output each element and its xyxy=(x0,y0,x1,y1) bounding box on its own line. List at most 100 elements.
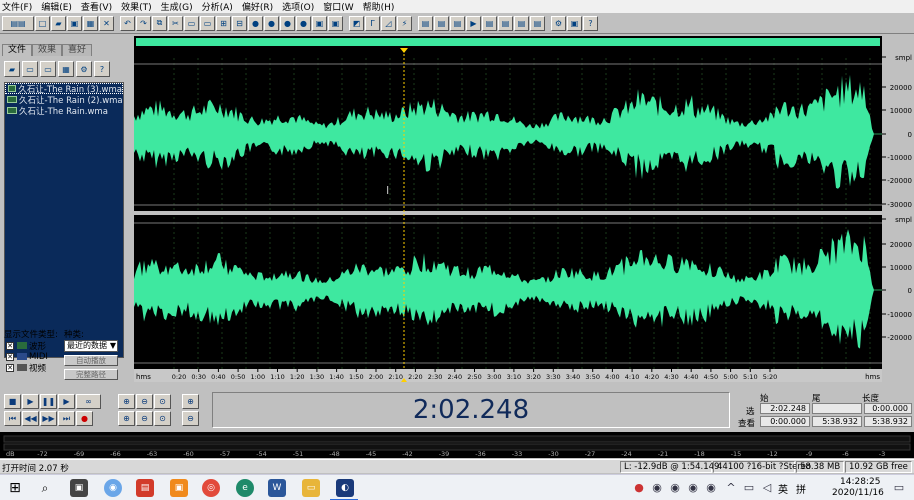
spectral-view-icon[interactable]: ◩ xyxy=(349,15,364,31)
help-icon[interactable]: ? xyxy=(583,15,598,31)
selection-end-field[interactable] xyxy=(812,403,862,414)
paste-icon[interactable]: ▭ xyxy=(184,15,199,31)
tray-icon-1[interactable]: ● xyxy=(630,479,648,497)
effect-icon-5[interactable]: ▣ xyxy=(312,15,327,31)
effect-icon-6[interactable]: ▣ xyxy=(328,15,343,31)
loop-button[interactable]: ∞ xyxy=(76,394,101,409)
cut-icon[interactable]: ✂ xyxy=(168,15,183,31)
tray-icon-4[interactable]: ◉ xyxy=(684,479,702,497)
zoom-right-icon[interactable]: ⊖ xyxy=(136,411,153,426)
delete-silence-icon[interactable]: ⊟ xyxy=(232,15,247,31)
menu-window[interactable]: 窗口(W xyxy=(323,0,353,13)
play-to-end-button[interactable]: ▶ xyxy=(58,394,75,409)
menu-edit[interactable]: 编辑(E) xyxy=(41,0,72,13)
view-icon-6[interactable]: ▤ xyxy=(498,15,513,31)
zoom-left-icon[interactable]: ⊕ xyxy=(118,411,135,426)
tray-icon-2[interactable]: ◉ xyxy=(648,479,666,497)
settings-icon[interactable]: ⚙ xyxy=(551,15,566,31)
view-icon-8[interactable]: ▤ xyxy=(530,15,545,31)
list-item[interactable]: 久石让-The Rain (2).wma xyxy=(5,94,123,106)
run-icon[interactable]: ⚡ xyxy=(397,15,412,31)
app-icon-1[interactable]: ▣ xyxy=(70,479,88,497)
save-as-icon[interactable]: ▦ xyxy=(83,15,98,31)
help-icon[interactable]: ? xyxy=(94,61,110,77)
effect-green-icon-1[interactable]: ● xyxy=(248,15,263,31)
notification-icon[interactable]: ▭ xyxy=(890,479,908,497)
list-item[interactable]: 久石让-The Rain.wma xyxy=(5,105,123,117)
zoom-in-vertical-icon[interactable]: ⊕ xyxy=(182,394,199,409)
search-icon[interactable]: ⌕ xyxy=(36,479,54,497)
view-icon-7[interactable]: ▤ xyxy=(514,15,529,31)
undo-icon[interactable]: ↶ xyxy=(120,15,135,31)
app-icon-3[interactable]: ▤ xyxy=(136,479,154,497)
ime-indicator[interactable]: 英 xyxy=(778,481,788,496)
tab-effects[interactable]: 效果 xyxy=(32,44,63,56)
menu-options[interactable]: 选项(O) xyxy=(282,0,314,13)
type-waveform-checkbox[interactable]: ✕ 波形 xyxy=(6,340,48,352)
menu-generate[interactable]: 生成(G) xyxy=(161,0,193,13)
trim-icon[interactable]: ⊞ xyxy=(216,15,231,31)
zoom-out-vertical-icon[interactable]: ⊖ xyxy=(182,411,199,426)
waveform-canvas[interactable]: I xyxy=(134,36,882,382)
forward-button[interactable]: ▶▶ xyxy=(40,411,57,426)
stop-button[interactable]: ■ xyxy=(4,394,21,409)
close-icon[interactable]: ▭ xyxy=(40,61,56,77)
play-button[interactable]: ▶ xyxy=(22,394,39,409)
view-icon-4[interactable]: ▶ xyxy=(466,15,481,31)
time-ruler[interactable]: hms 0:20 0:30 0:40 0:50 1:00 1:10 1:20 1:30 1:40 1… xyxy=(134,369,882,382)
view-icon-1[interactable]: ▤ xyxy=(418,15,433,31)
full-path-button[interactable]: 完整路径 xyxy=(64,369,118,380)
view-icon-2[interactable]: ▤ xyxy=(434,15,449,31)
word-icon[interactable]: W xyxy=(268,479,286,497)
view-icon-5[interactable]: ▤ xyxy=(482,15,497,31)
copy-icon[interactable]: ⧉ xyxy=(152,15,167,31)
view-start-field[interactable]: 0:00.000 xyxy=(760,416,810,427)
fade-icon[interactable]: ◿ xyxy=(381,15,396,31)
record-button[interactable]: ● xyxy=(76,411,93,426)
menu-file[interactable]: 文件(F) xyxy=(2,0,32,13)
view-length-field[interactable]: 5:38.932 xyxy=(864,416,912,427)
menu-analyze[interactable]: 分析(A) xyxy=(202,0,233,13)
multitrack-toggle-icon[interactable]: ▤▤ xyxy=(2,15,34,31)
windows-start-icon[interactable]: ⊞ xyxy=(6,479,24,497)
zoom-full-icon[interactable]: ⊙ xyxy=(154,394,171,409)
menu-effects[interactable]: 效果(T) xyxy=(121,0,152,13)
rewind-button[interactable]: ◀◀ xyxy=(22,411,39,426)
tray-icon-5[interactable]: ◉ xyxy=(702,479,720,497)
menu-view[interactable]: 查看(V) xyxy=(81,0,112,13)
type-midi-checkbox[interactable]: ✕ MIDI xyxy=(6,351,48,362)
autoplay-button[interactable]: 自动播放 xyxy=(64,355,118,366)
menu-favorites[interactable]: 偏好(R) xyxy=(242,0,273,13)
folder-icon[interactable]: ▭ xyxy=(302,479,320,497)
tab-files[interactable]: 文件 xyxy=(2,44,33,56)
kind-dropdown[interactable]: 最近的数据 ▼ xyxy=(64,340,118,352)
insert-icon[interactable]: ⚙ xyxy=(76,61,92,77)
go-start-button[interactable]: ⏮ xyxy=(4,411,21,426)
view-icon-3[interactable]: ▤ xyxy=(450,15,465,31)
close-file-icon[interactable]: ✕ xyxy=(99,15,114,31)
list-item[interactable]: 久石让-The Rain (3).wma xyxy=(5,83,123,95)
save-icon[interactable]: ▣ xyxy=(67,15,82,31)
view-end-field[interactable]: 5:38.932 xyxy=(812,416,862,427)
mix-paste-icon[interactable]: ▭ xyxy=(200,15,215,31)
open-folder-icon[interactable]: ▰ xyxy=(4,61,20,77)
open-file-icon[interactable]: ▰ xyxy=(51,15,66,31)
ime-mode-indicator[interactable]: 拼 xyxy=(796,481,806,496)
tray-icon-3[interactable]: ◉ xyxy=(666,479,684,497)
audition-icon[interactable]: ◐ xyxy=(336,479,354,497)
clock-time[interactable]: 14:28:25 xyxy=(840,477,880,487)
chrome-icon[interactable]: ◎ xyxy=(202,479,220,497)
app-icon-2[interactable]: ◉ xyxy=(104,479,122,497)
redo-icon[interactable]: ↷ xyxy=(136,15,151,31)
new-file-icon[interactable]: □ xyxy=(35,15,50,31)
effect-green-icon-3[interactable]: ● xyxy=(280,15,295,31)
network-icon[interactable]: ▭ xyxy=(740,479,758,497)
effect-green-icon-2[interactable]: ● xyxy=(264,15,279,31)
import-icon[interactable]: ▭ xyxy=(22,61,38,77)
tab-favorites[interactable]: 喜好 xyxy=(62,44,93,56)
selection-length-field[interactable]: 0:00.000 xyxy=(864,403,912,414)
chevron-up-icon[interactable]: ^ xyxy=(722,479,740,497)
go-end-button[interactable]: ⏭ xyxy=(58,411,75,426)
effect-green-icon-4[interactable]: ● xyxy=(296,15,311,31)
selection-start-field[interactable]: 2:02.248 xyxy=(760,403,810,414)
